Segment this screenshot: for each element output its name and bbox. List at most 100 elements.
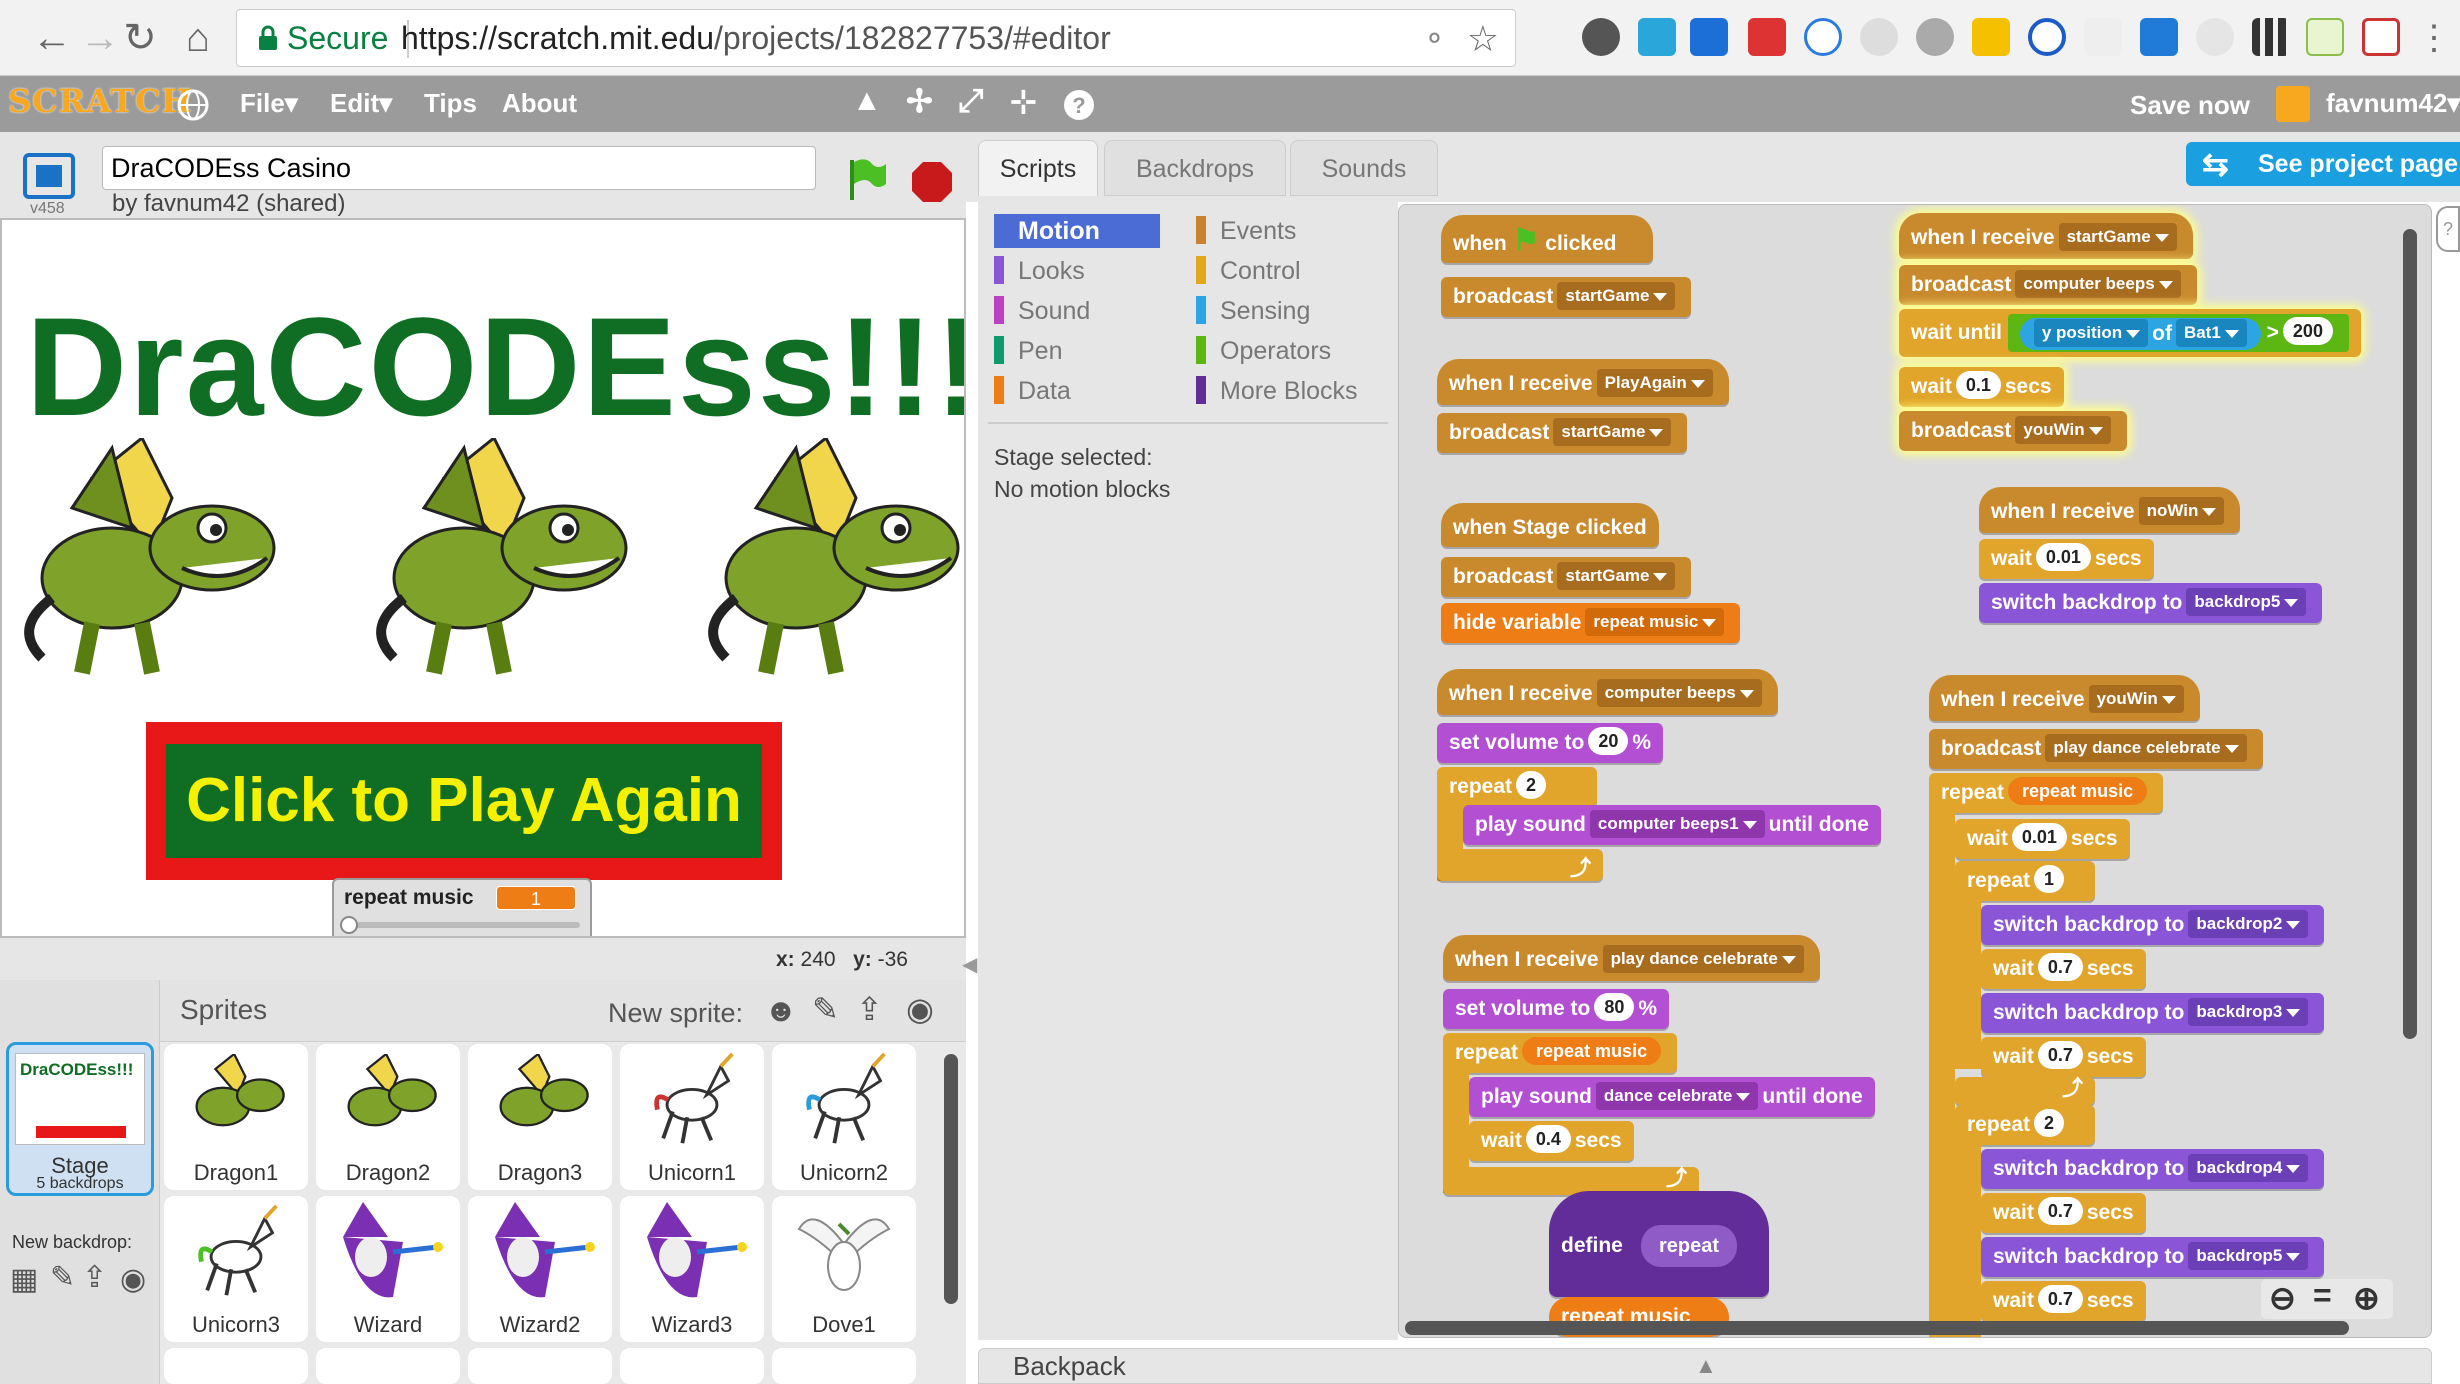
extension-icon[interactable] (1638, 18, 1676, 56)
green-flag-icon[interactable] (846, 156, 888, 204)
when-flag-clicked-block[interactable]: when ⚑ clicked (1441, 215, 1653, 263)
user-menu[interactable]: favnum42▾ (2326, 88, 2460, 119)
play-sound-until-done-block[interactable]: play sound computer beeps1 until done (1463, 805, 1881, 845)
broadcast-block[interactable]: broadcast computer beeps (1899, 265, 2197, 305)
repeat-block[interactable]: repeat 2 (1955, 1105, 2095, 1145)
wait-block[interactable]: wait 0.7 secs (1981, 1193, 2146, 1233)
repeat-block[interactable]: repeat 1 (1955, 861, 2095, 901)
extension-icon[interactable] (1860, 18, 1898, 56)
define-param[interactable]: repeat (1641, 1225, 1738, 1267)
stage-canvas[interactable]: DraCODEss!!! Click to Play Again repeat … (0, 218, 966, 938)
category-operators[interactable]: Operators (1196, 336, 1331, 366)
paint-sprite-icon[interactable]: ✎ (812, 990, 839, 1028)
scripts-canvas[interactable]: when ⚑ clicked broadcast startGame when I… (1398, 204, 2432, 1338)
project-title-input[interactable] (102, 146, 816, 190)
category-sensing[interactable]: Sensing (1196, 296, 1310, 326)
url-text[interactable]: https://scratch.mit.edu/projects/1828277… (401, 20, 1111, 57)
set-volume-block[interactable]: set volume to 80% (1443, 989, 1670, 1029)
dragon-sprite[interactable] (12, 438, 282, 678)
duplicate-icon[interactable]: ▲ (852, 84, 882, 118)
backdrop-library-icon[interactable]: ▦ (10, 1262, 38, 1297)
tab-backdrops[interactable]: Backdrops (1104, 140, 1286, 196)
zoom-in-icon[interactable]: ⊕ (2353, 1279, 2380, 1317)
repeat-block[interactable]: repeat 2 (1437, 767, 1597, 807)
wait-block[interactable]: wait 0.1 secs (1899, 367, 2064, 407)
scratch-logo[interactable]: SCRATCH (8, 82, 193, 120)
play-sound-until-done-block[interactable]: play sound dance celebrate until done (1469, 1077, 1875, 1117)
switch-backdrop-block[interactable]: switch backdrop to backdrop5 (1981, 1237, 2325, 1277)
when-i-receive-block[interactable]: when I receive play dance celebrate (1443, 935, 1820, 981)
extension-icon[interactable] (2084, 18, 2122, 56)
backpack-bar[interactable]: Backpack ▲ (978, 1348, 2432, 1384)
avatar[interactable] (2276, 86, 2310, 122)
switch-backdrop-block[interactable]: switch backdrop to backdrop3 (1981, 993, 2325, 1033)
extension-new-icon[interactable] (1690, 18, 1728, 56)
sprite-tile[interactable]: Dragon3 (468, 1044, 612, 1190)
camera-backdrop-icon[interactable]: ◉ (120, 1262, 146, 1297)
slider-thumb[interactable] (340, 916, 358, 934)
vertical-scrollbar[interactable] (2403, 229, 2417, 1039)
globe-icon[interactable] (176, 88, 210, 122)
help-icon[interactable]: ? (1062, 88, 1096, 122)
set-volume-block[interactable]: set volume to 20% (1437, 723, 1664, 763)
wait-until-block[interactable]: wait until y position of Bat1 >200 (1899, 309, 2361, 357)
star-icon[interactable]: ☆ (1467, 18, 1499, 60)
presentation-mode-icon[interactable] (22, 152, 76, 200)
sprite-tile[interactable]: Dragon1 (164, 1044, 308, 1190)
sprite-tile[interactable]: Dove1 (772, 1196, 916, 1342)
sprite-tile[interactable] (316, 1348, 460, 1384)
gear-icon[interactable] (1916, 18, 1954, 56)
sprite-tile[interactable]: Wizard3 (620, 1196, 764, 1342)
broadcast-block[interactable]: broadcast startGame (1441, 557, 1692, 597)
save-now-button[interactable]: Save now (2130, 90, 2250, 121)
sprite-tile[interactable]: Unicorn2 (772, 1044, 916, 1190)
dragon-sprite[interactable] (696, 438, 966, 678)
switch-backdrop-block[interactable]: switch backdrop to backdrop4 (1981, 1149, 2325, 1189)
paint-backdrop-icon[interactable]: ✎ (50, 1260, 75, 1295)
sprite-tile[interactable]: Wizard2 (468, 1196, 612, 1342)
upload-sprite-icon[interactable]: ⇪ (856, 990, 883, 1028)
see-project-page-button[interactable]: ⇆ See project page (2186, 142, 2460, 186)
define-block[interactable]: define repeat (1549, 1191, 1769, 1297)
sprite-tile[interactable] (164, 1348, 308, 1384)
camera-icon[interactable]: ◉ (906, 990, 934, 1028)
edit-menu[interactable]: Edit▾ (330, 88, 392, 119)
extension-icon[interactable] (1804, 18, 1842, 56)
play-again-button[interactable]: Click to Play Again (146, 722, 782, 880)
horizontal-scrollbar[interactable] (1405, 1321, 2349, 1335)
broadcast-block[interactable]: broadcast startGame (1441, 277, 1692, 317)
greater-than-operator[interactable]: y position of Bat1 >200 (2007, 314, 2349, 353)
about-menu[interactable]: About (502, 88, 577, 119)
extension-icon[interactable] (1748, 18, 1786, 56)
tab-sounds[interactable]: Sounds (1290, 140, 1438, 196)
when-stage-clicked-block[interactable]: when Stage clicked (1441, 503, 1659, 547)
stage-tile[interactable]: DraCODEss!!! Stage 5 backdrops (6, 1042, 154, 1196)
reload-icon[interactable]: ↻ (118, 14, 162, 62)
wait-block[interactable]: wait 0.7 secs (1981, 1281, 2146, 1321)
shrink-icon[interactable]: ⊹ (1010, 82, 1037, 120)
hide-variable-block[interactable]: hide variable repeat music (1441, 603, 1741, 643)
extension-icon[interactable] (2196, 18, 2234, 56)
wait-block[interactable]: wait 0.4 secs (1469, 1121, 1634, 1161)
stop-sign-icon[interactable] (910, 160, 954, 204)
file-menu[interactable]: File▾ (240, 88, 298, 119)
wait-block[interactable]: wait 0.01 secs (1979, 539, 2154, 579)
broadcast-block[interactable]: broadcast startGame (1437, 413, 1688, 453)
switch-backdrop-block[interactable]: switch backdrop to backdrop2 (1981, 905, 2325, 945)
no-cookies-icon[interactable]: ⚬ (1422, 22, 1447, 57)
wait-block[interactable]: wait 0.7 secs (1981, 949, 2146, 989)
category-more-blocks[interactable]: More Blocks (1196, 376, 1358, 406)
address-bar[interactable]: Secure https://scratch.mit.edu/projects/… (236, 9, 1516, 67)
tips-menu[interactable]: Tips (424, 88, 477, 119)
dragon-sprite[interactable] (364, 438, 634, 678)
sprite-tile[interactable] (620, 1348, 764, 1384)
sprites-scrollbar[interactable] (944, 1054, 958, 1304)
sprite-tile[interactable]: Unicorn1 (620, 1044, 764, 1190)
backpack-expand-arrow-icon[interactable]: ▲ (1695, 1353, 1717, 1379)
category-motion[interactable]: Motion (994, 216, 1100, 246)
menu-icon[interactable]: ⋮ (2412, 14, 2456, 62)
broadcast-block[interactable]: broadcast youWin (1899, 411, 2127, 451)
back-arrow-icon[interactable]: ← (30, 14, 74, 62)
cut-icon[interactable]: ✢ (906, 82, 933, 120)
sensing-of-reporter[interactable]: y position of Bat1 (2019, 317, 2261, 350)
